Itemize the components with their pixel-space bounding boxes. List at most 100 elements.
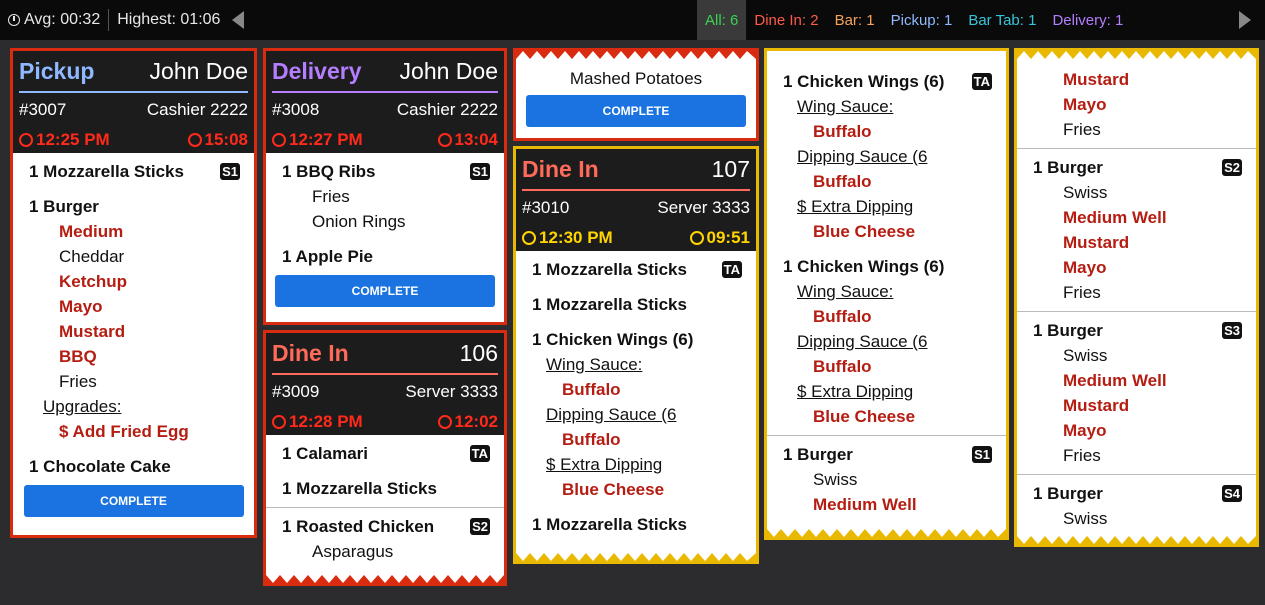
ticket-header: Pickup John Doe #3007 Cashier 2222 12:25 P… (13, 51, 254, 153)
list-item[interactable]: 1 Burger S4 (1033, 481, 1242, 506)
list-item[interactable]: 1 Burger S1 (783, 442, 992, 467)
list-item[interactable]: 1 Mozzarella Sticks TA (532, 257, 742, 282)
list-item[interactable]: Mashed Potatoes (516, 69, 756, 89)
complete-button[interactable]: COMPLETE (23, 485, 244, 517)
modifier: Ketchup (59, 272, 127, 291)
order-type: Dine In (272, 339, 349, 366)
torn-edge (767, 529, 1006, 537)
list-item[interactable]: 1 Burger S2 (1033, 155, 1242, 180)
modifier: Mustard (1063, 396, 1130, 415)
ticket-3007[interactable]: Pickup John Doe #3007 Cashier 2222 12:25 P… (10, 48, 257, 538)
list-item[interactable]: 1 Chicken Wings (6) (783, 254, 992, 279)
order-time: 12:25 PM (36, 130, 110, 149)
scroll-right-icon[interactable] (1239, 11, 1251, 29)
ticket-3010[interactable]: Dine In 107 #3010 Server 3333 12:30 PM 09:5… (513, 146, 759, 564)
highest-label: Highest: (117, 11, 176, 28)
list-item[interactable]: 1 Calamari TA (282, 441, 490, 466)
clock-icon (272, 415, 286, 429)
modifier: Buffalo (813, 307, 872, 326)
order-number: #3008 (272, 100, 320, 119)
modifier: Blue Cheese (813, 222, 916, 241)
list-item[interactable]: 1 Burger S3 (1033, 318, 1242, 343)
order-type-filters: All: 6 Dine In: 2 Bar: 1 Pickup: 1 Bar T… (697, 0, 1131, 40)
modifier: Blue Cheese (562, 480, 665, 499)
filter-all[interactable]: All: 6 (697, 0, 747, 40)
ticket-header: Dine In 106 #3009 Server 3333 12:28 PM 12:0… (266, 333, 504, 435)
order-time: 12:27 PM (289, 130, 363, 149)
modifier: BBQ (59, 347, 97, 366)
list-item[interactable]: 1 Mozzarella Sticks (532, 512, 742, 537)
modifier: Mayo (1063, 95, 1107, 114)
list-item[interactable]: 1 Mozzarella Sticks (282, 476, 490, 501)
modifier: Fries (59, 372, 97, 391)
seat-badge: S2 (470, 518, 490, 535)
filter-bar[interactable]: Bar: 1 (827, 0, 883, 40)
list-item[interactable]: 1 Chicken Wings (6) (532, 327, 742, 352)
ticket-items: 1 Mozzarella Sticks S1 1 Burger Medium Ch… (13, 153, 254, 479)
list-item[interactable]: 1 Burger (29, 194, 240, 219)
customer-name: John Doe (149, 57, 248, 84)
modifier: Mayo (59, 297, 103, 316)
complete-button[interactable]: COMPLETE (275, 275, 495, 307)
ticket-3009[interactable]: Dine In 106 #3009 Server 3333 12:28 PM 12:0… (263, 330, 507, 586)
order-number: #3010 (522, 198, 570, 217)
avg-label: Avg: (24, 11, 56, 28)
ticket-header: Delivery John Doe #3008 Cashier 2222 12:27… (266, 51, 504, 153)
modifier-group: Wing Sauce: (797, 282, 894, 301)
list-item[interactable]: 1 Chicken Wings (6) TA (783, 69, 992, 94)
ticket-continuation[interactable]: Mashed Potatoes COMPLETE (513, 48, 759, 141)
list-item[interactable]: 1 Mozzarella Sticks S1 (29, 159, 240, 184)
scroll-left-icon[interactable] (232, 11, 245, 29)
ticket-continuation[interactable]: Mustard Mayo Fries 1 Burger S2 Swiss Medi… (1014, 48, 1259, 547)
ticket-3008[interactable]: Delivery John Doe #3008 Cashier 2222 12:27… (263, 48, 507, 325)
modifier: Swiss (1063, 346, 1108, 365)
filter-dine-in[interactable]: Dine In: 2 (746, 0, 826, 40)
filter-pickup[interactable]: Pickup: 1 (883, 0, 961, 40)
torn-edge (516, 51, 756, 59)
filter-delivery[interactable]: Delivery: 1 (1044, 0, 1131, 40)
modifier: Mustard (1063, 233, 1130, 252)
modifier: Fries (1063, 446, 1101, 465)
modifier: Buffalo (813, 122, 872, 141)
highest-stat: Highest: 01:06 (117, 11, 220, 29)
modifier: Buffalo (813, 357, 872, 376)
seat-badge: TA (469, 445, 490, 462)
modifier: Medium Well (1063, 371, 1167, 390)
list-item[interactable]: 1 Apple Pie (282, 244, 490, 269)
list-item[interactable]: 1 BBQ Ribs S1 (282, 159, 490, 184)
modifier: Fries (1063, 283, 1101, 302)
elapsed-time: 09:51 (706, 228, 750, 247)
modifier: Asparagus (312, 542, 394, 561)
modifier: Swiss (813, 470, 858, 489)
modifier: $ Add Fried Egg (59, 422, 189, 441)
seat-badge: TA (971, 73, 992, 90)
ticket-items: 1 Chicken Wings (6) TA Wing Sauce: Buffal… (767, 51, 1006, 517)
seat-badge: S1 (470, 163, 490, 180)
staff-name: Cashier 2222 (146, 100, 248, 119)
ticket-items: Mustard Mayo Fries 1 Burger S2 Swiss Medi… (1017, 51, 1256, 531)
divider (108, 9, 110, 31)
modifier: Medium Well (813, 495, 917, 514)
complete-button[interactable]: COMPLETE (526, 95, 746, 127)
staff-name: Server 3333 (657, 198, 750, 217)
ticket-items: 1 BBQ Ribs S1 Fries Onion Rings 1 Apple P… (266, 153, 504, 269)
clock-icon (19, 133, 33, 147)
top-bar: Avg: 00:32 Highest: 01:06 All: 6 Dine In… (0, 0, 1265, 40)
elapsed-time: 15:08 (204, 130, 248, 149)
list-item[interactable]: 1 Roasted Chicken S2 (282, 514, 490, 539)
timer-icon (187, 133, 202, 147)
timer-icon (437, 415, 452, 429)
list-item[interactable]: 1 Mozzarella Sticks (532, 292, 742, 317)
seat-badge: S1 (220, 163, 240, 180)
seat-badge: TA (721, 261, 742, 278)
ticket-header: Dine In 107 #3010 Server 3333 12:30 PM 09:5… (516, 149, 756, 251)
seat-badge: S3 (1222, 322, 1242, 339)
filter-bar-tab[interactable]: Bar Tab: 1 (960, 0, 1044, 40)
torn-edge (516, 553, 756, 561)
modifier: Fries (1063, 120, 1101, 139)
ticket-continuation[interactable]: 1 Chicken Wings (6) TA Wing Sauce: Buffal… (764, 48, 1009, 540)
seat-badge: S2 (1222, 159, 1242, 176)
modifier: Mustard (1063, 70, 1130, 89)
list-item[interactable]: 1 Chocolate Cake (29, 454, 240, 479)
order-type: Delivery (272, 57, 362, 84)
